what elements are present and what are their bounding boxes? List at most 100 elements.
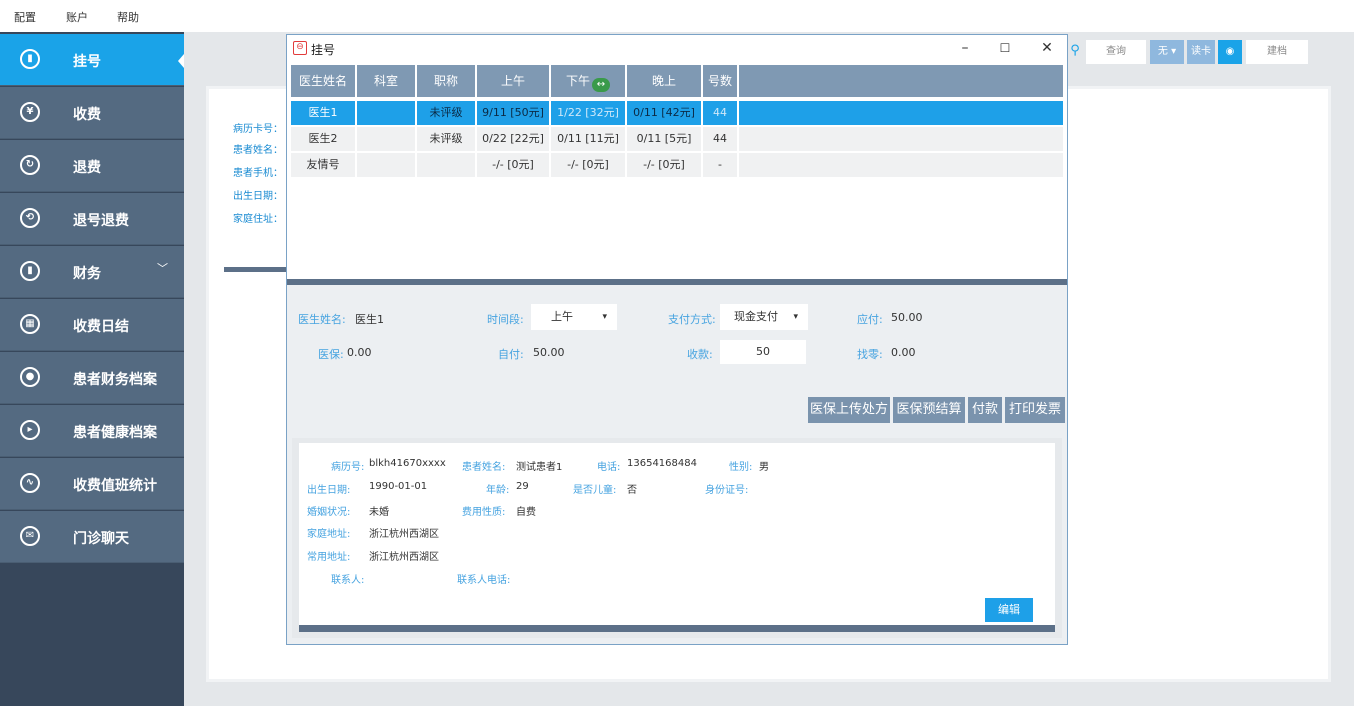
payment-method-label: 支付方式: [668, 313, 716, 326]
col-header-afternoon[interactable]: 下午 ↔ [551, 65, 625, 97]
home-address-label: 家庭地址: [307, 529, 351, 540]
cell-morning: 9/11 [50元] [477, 101, 549, 125]
cell-title [417, 153, 475, 177]
print-invoice-button[interactable]: 打印发票 [1005, 397, 1065, 423]
sidebar-item-cancel-refund[interactable]: ⟲ 退号退费 [0, 193, 184, 245]
cell-filler [739, 127, 1063, 151]
cell-morning: -/- [0元] [477, 153, 549, 177]
col-header-afternoon-label: 下午 [565, 74, 590, 88]
cell-title: 未评级 [417, 101, 475, 125]
cell-filler [739, 101, 1063, 125]
close-button[interactable]: ✕ [1035, 37, 1059, 59]
menu-help[interactable]: 帮助 [117, 9, 139, 25]
bg-label-address: 家庭住址： [233, 214, 283, 225]
cell-dept [357, 101, 415, 125]
payment-method-select[interactable]: 现金支付 ▾ [720, 304, 808, 330]
sidebar-item-refund[interactable]: ↻ 退费 [0, 140, 184, 192]
pay-button[interactable]: 付款 [968, 397, 1002, 423]
time-period-label: 时间段: [487, 313, 524, 326]
search-icon[interactable]: ⚲ [1068, 40, 1082, 64]
gender-value: 男 [759, 462, 769, 473]
is-child-label: 是否儿童: [573, 485, 617, 496]
sidebar-item-label: 退号退费 [73, 213, 129, 229]
cell-dept [357, 153, 415, 177]
change-value: 0.00 [891, 346, 916, 359]
sidebar-item-registration[interactable]: ▮ 挂号 [0, 34, 184, 86]
gender-label: 性别: [729, 462, 753, 473]
table-row[interactable]: 友情号 -/- [0元] -/- [0元] -/- [0元] - [291, 153, 1064, 177]
col-header-count[interactable]: 号数 [703, 65, 737, 97]
patient-name-value: 测试患者1 [516, 462, 563, 473]
age-value: 29 [516, 481, 529, 492]
query-input[interactable]: 查询 [1086, 40, 1146, 64]
cell-doctor: 友情号 [291, 153, 355, 177]
menu-config[interactable]: 配置 [14, 9, 36, 25]
col-header-evening[interactable]: 晚上 [627, 65, 701, 97]
sidebar-item-label: 挂号 [73, 54, 101, 70]
upload-prescription-button[interactable]: 医保上传处方 [808, 397, 890, 423]
marital-status-label: 婚姻状况: [307, 507, 351, 518]
self-pay-value: 50.00 [533, 346, 565, 359]
minimize-button[interactable]: – [953, 37, 977, 59]
col-header-filler [739, 65, 1063, 97]
edit-button[interactable]: 编辑 [985, 598, 1033, 622]
col-header-dept[interactable]: 科室 [357, 65, 415, 97]
bg-label-birth: 出生日期： [233, 191, 283, 202]
doctor-grid: 医生姓名 科室 职称 上午 下午 ↔ 晚上 号数 医生1 未评级 9/11 [50… [287, 63, 1067, 285]
home-address-value: 浙江杭州西湖区 [369, 529, 439, 540]
col-header-doctor[interactable]: 医生姓名 [291, 65, 355, 97]
col-header-morning[interactable]: 上午 [477, 65, 549, 97]
maximize-button[interactable]: ☐ [993, 37, 1017, 59]
record-no-value: blkh41670xxxx [369, 458, 446, 469]
bg-label-name: 患者姓名： [233, 145, 283, 156]
table-row[interactable]: 医生2 未评级 0/22 [22元] 0/11 [11元] 0/11 [5元] … [291, 127, 1064, 151]
yen-icon: ¥ [20, 102, 40, 122]
time-period-value: 上午 [551, 310, 573, 323]
phone-label: 电话: [597, 462, 621, 473]
insurance-value: 0.00 [347, 346, 372, 359]
sidebar-item-charge[interactable]: ¥ 收费 [0, 87, 184, 139]
patient-info-panel: 病历号: blkh41670xxxx 患者姓名: 测试患者1 电话: 13654… [292, 438, 1062, 638]
sidebar-item-label: 患者财务档案 [73, 372, 157, 388]
sidebar-item-label: 财务 [73, 266, 101, 282]
cell-afternoon: 1/22 [32元] [551, 101, 625, 125]
received-input[interactable]: 50 [720, 340, 806, 364]
cell-filler [739, 153, 1063, 177]
sidebar-item-daily-settlement[interactable]: ▦ 收费日结 [0, 299, 184, 351]
fee-type-value: 自费 [516, 507, 536, 518]
user-icon: ● [20, 367, 40, 387]
create-file-button[interactable]: 建档 [1246, 40, 1308, 64]
received-label: 收款: [687, 348, 713, 361]
calculator-icon: ▦ [20, 314, 40, 334]
cell-doctor: 医生2 [291, 127, 355, 151]
phone-value: 13654168484 [627, 458, 697, 469]
none-select[interactable]: 无 ▾ [1150, 40, 1184, 64]
cell-evening: -/- [0元] [627, 153, 701, 177]
sidebar-item-label: 门诊聊天 [73, 531, 129, 547]
chevron-down-icon: ▾ [793, 312, 798, 322]
chat-icon: ✉ [20, 526, 40, 546]
table-row[interactable]: 医生1 未评级 9/11 [50元] 1/22 [32元] 0/11 [42元]… [291, 101, 1064, 125]
user-icon[interactable]: ◉ [1218, 40, 1242, 64]
refund-icon: ↻ [20, 155, 40, 175]
menu-account[interactable]: 账户 [66, 9, 88, 25]
sidebar-item-patient-finance[interactable]: ● 患者财务档案 [0, 352, 184, 404]
read-card-button[interactable]: 读卡 [1187, 40, 1215, 64]
register-icon: ▮ [20, 49, 40, 69]
sidebar-item-chat[interactable]: ✉ 门诊聊天 [0, 511, 184, 563]
marital-status-value: 未婚 [369, 507, 389, 518]
cell-dept [357, 127, 415, 151]
col-header-title[interactable]: 职称 [417, 65, 475, 97]
dialog-titlebar: ⊖ 挂号 – ☐ ✕ [287, 35, 1067, 63]
sidebar-item-patient-health[interactable]: ▸ 患者健康档案 [0, 405, 184, 457]
bg-label-phone: 患者手机： [233, 168, 283, 179]
presettle-button[interactable]: 医保预结算 [893, 397, 965, 423]
time-period-select[interactable]: 上午 ▾ [531, 304, 617, 330]
amount-due-value: 50.00 [891, 311, 923, 324]
sidebar-item-shift-stats[interactable]: ∿ 收费值班统计 [0, 458, 184, 510]
bottom-strip [184, 700, 1354, 706]
is-child-value: 否 [627, 485, 637, 496]
sidebar-item-finance[interactable]: ▮ 财务 ﹀ [0, 246, 184, 298]
sidebar-item-label: 患者健康档案 [73, 425, 157, 441]
cell-afternoon: -/- [0元] [551, 153, 625, 177]
